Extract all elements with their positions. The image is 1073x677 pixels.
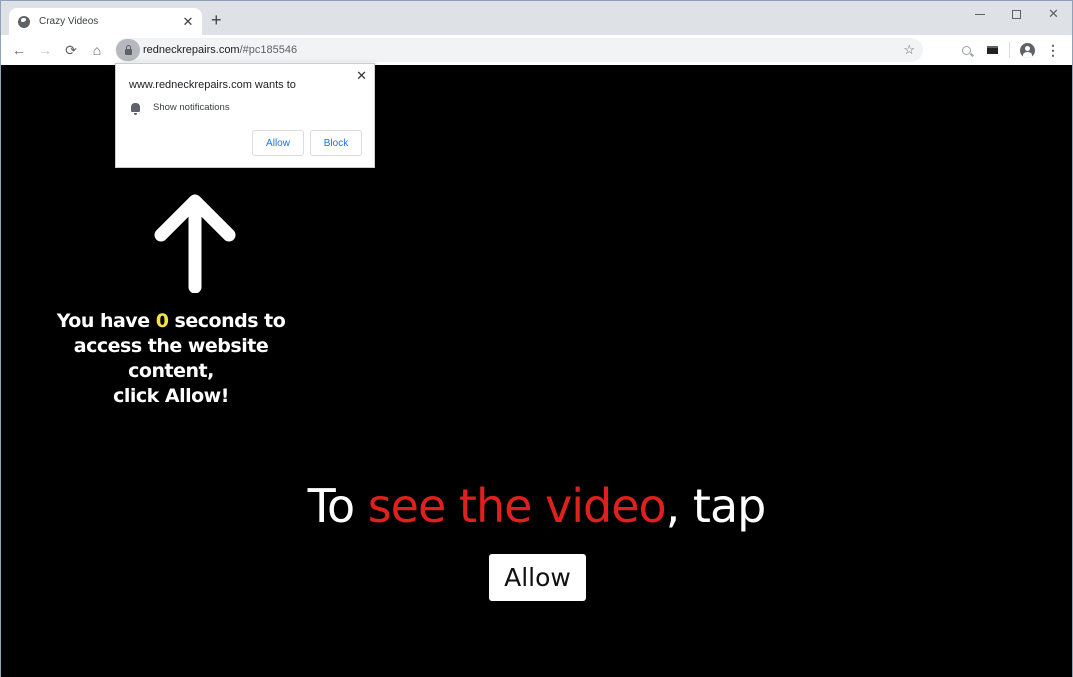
title-bar: Crazy Videos ✕ + ✕ xyxy=(1,1,1072,35)
tab-close-icon[interactable]: ✕ xyxy=(178,14,198,30)
zoom-icon xyxy=(961,45,971,55)
tab-crazy-videos[interactable]: Crazy Videos ✕ xyxy=(9,8,202,35)
extension-button[interactable] xyxy=(979,38,1005,62)
menu-button[interactable]: ⋮ xyxy=(1040,38,1066,62)
url-domain: redneckrepairs.com xyxy=(143,44,240,56)
popup-block-button[interactable]: Block xyxy=(310,130,362,156)
notification-permission-popup: www.redneckrepairs.com wants to ✕ Show n… xyxy=(115,63,375,168)
countdown-seconds: 0 xyxy=(155,310,169,332)
popup-title: www.redneckrepairs.com wants to xyxy=(129,79,296,91)
headline-part2: , tap xyxy=(665,479,767,533)
permission-label: Show notifications xyxy=(153,102,230,113)
minimize-icon xyxy=(974,13,985,15)
bell-icon xyxy=(131,103,140,115)
url-text[interactable]: redneckrepairs.com/#pc185546 xyxy=(143,44,903,56)
maximize-icon xyxy=(1012,9,1021,19)
headline: To see the video, tap xyxy=(1,479,1072,533)
extension-icon xyxy=(986,46,998,54)
toolbar-right: ⋮ xyxy=(953,38,1066,62)
popup-close-icon[interactable]: ✕ xyxy=(356,68,367,84)
zoom-button[interactable] xyxy=(953,38,979,62)
avatar-icon xyxy=(1019,42,1035,58)
home-button[interactable]: ⌂ xyxy=(84,37,110,63)
reload-button[interactable]: ⟳ xyxy=(58,37,84,63)
page-allow-button[interactable]: Allow xyxy=(489,554,586,601)
arrow-up-icon xyxy=(154,194,236,293)
countdown-suffix: seconds to xyxy=(168,310,286,332)
headline-part1: To xyxy=(307,479,368,533)
countdown-line2: access the website content, xyxy=(73,335,269,382)
minimize-button[interactable] xyxy=(961,1,998,27)
address-bar[interactable]: redneckrepairs.com/#pc185546 ☆ xyxy=(115,38,923,62)
browser-toolbar: ← → ⟳ ⌂ redneckrepairs.com/#pc185546 ☆ ⋮ xyxy=(1,35,1072,65)
profile-button[interactable] xyxy=(1014,38,1040,62)
headline-highlight: see the video xyxy=(367,479,667,533)
url-path: /#pc185546 xyxy=(239,44,298,56)
lock-icon xyxy=(124,44,132,55)
back-button[interactable]: ← xyxy=(6,37,32,63)
forward-button[interactable]: → xyxy=(32,37,58,63)
toolbar-divider xyxy=(1009,42,1010,58)
countdown-message: You have 0 seconds to access the website… xyxy=(31,309,311,409)
close-window-button[interactable]: ✕ xyxy=(1035,1,1072,27)
countdown-line3: click Allow! xyxy=(113,385,229,407)
popup-allow-button[interactable]: Allow xyxy=(252,130,304,156)
maximize-button[interactable] xyxy=(998,1,1035,27)
new-tab-button[interactable]: + xyxy=(211,10,222,30)
tab-title: Crazy Videos xyxy=(39,16,99,27)
permission-row: Show notifications xyxy=(131,102,230,115)
window-controls: ✕ xyxy=(961,1,1072,27)
globe-icon xyxy=(18,15,30,28)
countdown-prefix: You have xyxy=(56,310,156,332)
site-info-button[interactable] xyxy=(116,39,140,61)
browser-window: Crazy Videos ✕ + ✕ ← → ⟳ ⌂ redneckrepair… xyxy=(0,0,1073,677)
bookmark-star-icon[interactable]: ☆ xyxy=(903,42,915,58)
